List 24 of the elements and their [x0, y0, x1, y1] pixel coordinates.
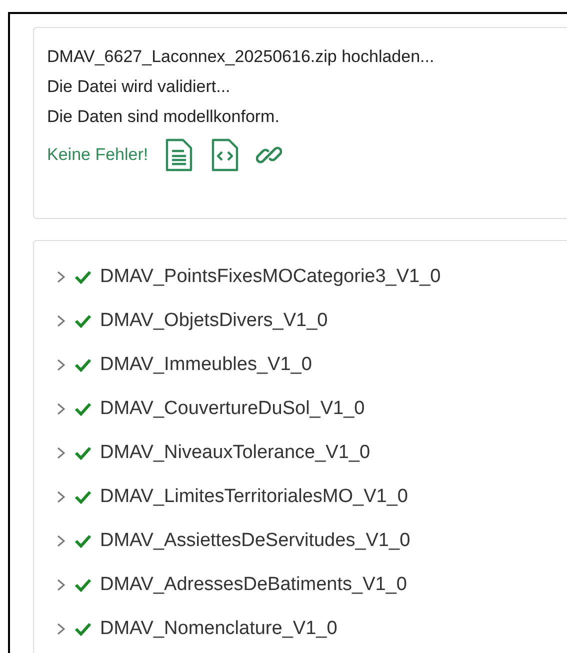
chevron-icon[interactable] [56, 402, 66, 416]
model-name[interactable]: DMAV_AssiettesDeServitudes_V1_0 [100, 530, 410, 552]
model-name[interactable]: DMAV_CouvertureDuSol_V1_0 [100, 398, 365, 420]
chevron-icon[interactable] [56, 270, 66, 284]
model-name[interactable]: DMAV_NiveauxTolerance_V1_0 [100, 442, 370, 464]
chevron-icon[interactable] [56, 314, 66, 328]
model-name[interactable]: DMAV_Immeubles_V1_0 [100, 354, 312, 376]
code-file-icon[interactable] [210, 138, 240, 172]
chevron-icon[interactable] [56, 446, 66, 460]
chevron-icon[interactable] [56, 622, 66, 636]
log-line: Die Daten sind modellkonform. [47, 106, 280, 128]
log-line: DMAV_6627_Laconnex_20250616.zip hochladen... [47, 46, 434, 68]
log-line: Die Datei wird validiert... [47, 76, 230, 98]
document-icon[interactable] [164, 138, 194, 172]
model-name[interactable]: DMAV_AdressesDeBatiments_V1_0 [100, 574, 407, 596]
chevron-icon[interactable] [56, 578, 66, 592]
model-name[interactable]: DMAV_Nomenclature_V1_0 [100, 618, 338, 640]
model-name[interactable]: DMAV_ObjetsDivers_V1_0 [100, 310, 328, 332]
chevron-icon[interactable] [56, 358, 66, 372]
model-name[interactable]: DMAV_PointsFixesMOCategorie3_V1_0 [100, 266, 441, 288]
chevron-icon[interactable] [56, 490, 66, 504]
chevron-icon[interactable] [56, 534, 66, 548]
model-name[interactable]: DMAV_LimitesTerritorialesMO_V1_0 [100, 486, 408, 508]
result-text: Keine Fehler! [47, 145, 148, 165]
